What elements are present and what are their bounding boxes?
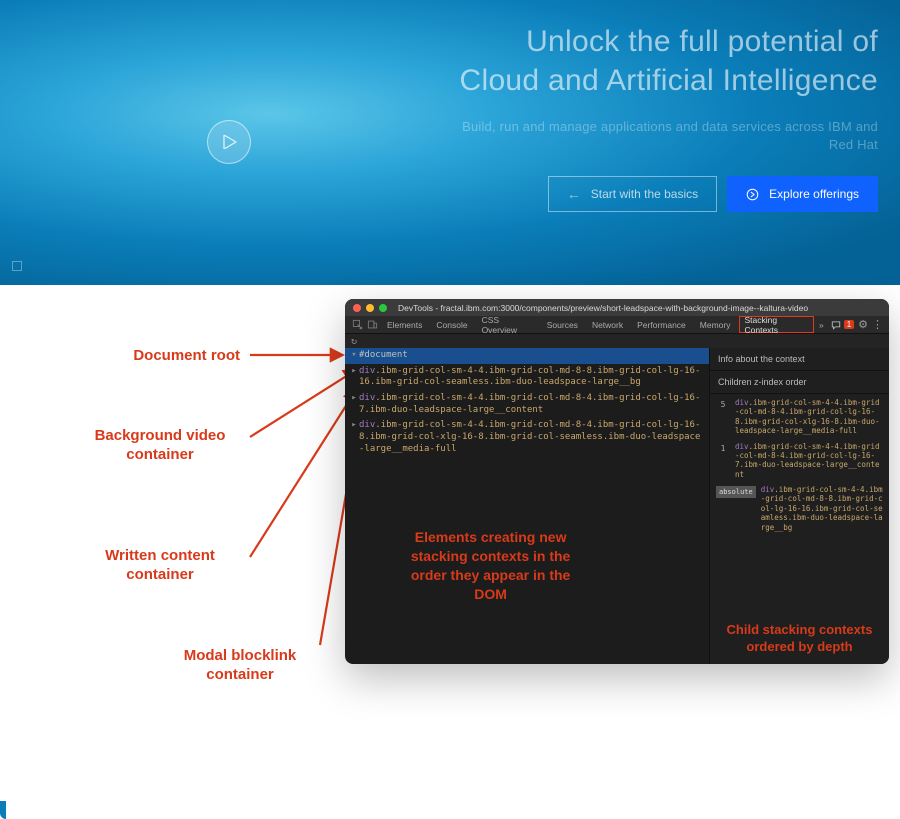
stacking-tree-pane: ▾ #document ▸ div.ibm-grid-col-sm-4-4.ib… — [345, 348, 709, 664]
play-button[interactable] — [207, 120, 251, 164]
tab-memory[interactable]: Memory — [694, 316, 737, 333]
tabs-overflow[interactable]: » — [816, 316, 827, 333]
inspect-icon[interactable] — [351, 318, 364, 332]
zindex-chip: 5 — [716, 399, 730, 411]
hero-leadspace: Unlock the full potential of Cloud and A… — [0, 0, 900, 285]
tab-console[interactable]: Console — [430, 316, 473, 333]
annotation-document-root: Document root — [133, 347, 240, 366]
devtools-title: DevTools - fractal.ibm.com:3000/componen… — [398, 303, 808, 313]
issues-count: 1 — [844, 320, 854, 329]
refresh-icon[interactable]: ↻ — [351, 336, 357, 347]
hero-title: Unlock the full potential of Cloud and A… — [458, 22, 878, 100]
tree-node-content[interactable]: ▸ div.ibm-grid-col-sm-4-4.ibm-grid-col-m… — [345, 391, 709, 418]
tab-stacking-contexts[interactable]: Stacking Contexts — [739, 316, 814, 333]
minimize-icon[interactable] — [366, 304, 374, 312]
children-title: Children z-index order — [710, 371, 889, 394]
annotated-area: Document root Background video container… — [0, 285, 900, 819]
kebab-icon[interactable]: ⋮ — [872, 318, 883, 331]
annotation-bg-video: Background video container — [80, 427, 240, 465]
tree-node-label: div.ibm-grid-col-sm-4-4.ibm-grid-col-md-… — [359, 420, 705, 455]
context-child[interactable]: 5 div.ibm-grid-col-sm-4-4.ibm-grid-col-m… — [716, 398, 883, 436]
corner-mark-icon — [12, 261, 22, 271]
chevron-down-icon[interactable]: ▾ — [349, 350, 359, 362]
tab-network[interactable]: Network — [586, 316, 629, 333]
hero-copy: Unlock the full potential of Cloud and A… — [458, 22, 878, 212]
circle-arrow-icon — [746, 188, 759, 201]
chevron-right-icon[interactable]: ▸ — [349, 366, 359, 378]
context-info-pane: Info about the context Children z-index … — [709, 348, 889, 664]
chevron-right-icon[interactable]: ▸ — [349, 420, 359, 432]
devtools-window: DevTools - fractal.ibm.com:3000/componen… — [345, 299, 889, 664]
tab-css-overview[interactable]: CSS Overview — [476, 316, 539, 333]
device-icon[interactable] — [366, 318, 379, 332]
info-title: Info about the context — [710, 348, 889, 371]
cta-start-basics[interactable]: ← Start with the basics — [548, 176, 717, 212]
left-caption: Elements creating new stacking contexts … — [400, 528, 582, 604]
tab-sources[interactable]: Sources — [541, 316, 584, 333]
cta-primary-label: Explore offerings — [769, 187, 859, 201]
hero-subtitle: Build, run and manage applications and d… — [458, 118, 878, 154]
tree-document-root[interactable]: ▾ #document — [345, 348, 709, 364]
zindex-chip: absolute — [716, 486, 756, 498]
right-caption: Child stacking contexts ordered by depth — [710, 614, 889, 664]
tree-node-label: div.ibm-grid-col-sm-4-4.ibm-grid-col-md-… — [359, 393, 705, 416]
annotation-modal-blocklink: Modal blocklink container — [160, 647, 320, 685]
cta-explore-offerings[interactable]: Explore offerings — [727, 176, 878, 212]
zoom-icon[interactable] — [379, 304, 387, 312]
cta-secondary-label: Start with the basics — [591, 187, 698, 201]
arrow-left-icon: ← — [567, 186, 581, 202]
context-child-label: div.ibm-grid-col-sm-4-4.ibm-grid-col-md-… — [735, 442, 883, 480]
play-icon — [223, 135, 237, 149]
context-child[interactable]: 1 div.ibm-grid-col-sm-4-4.ibm-grid-col-m… — [716, 442, 883, 480]
tree-node-label: div.ibm-grid-col-sm-4-4.ibm-grid-col-md-… — [359, 366, 705, 389]
tree-node-media[interactable]: ▸ div.ibm-grid-col-sm-4-4.ibm-grid-col-m… — [345, 418, 709, 457]
devtools-tabbar: Elements Console CSS Overview Sources Ne… — [345, 316, 889, 334]
tab-performance[interactable]: Performance — [631, 316, 692, 333]
context-child-label: div.ibm-grid-col-sm-4-4.ibm-grid-col-md-… — [761, 485, 883, 532]
tree-node-bg[interactable]: ▸ div.ibm-grid-col-sm-4-4.ibm-grid-col-m… — [345, 364, 709, 391]
context-child-label: div.ibm-grid-col-sm-4-4.ibm-grid-col-md-… — [735, 398, 883, 436]
zindex-chip: 1 — [716, 443, 730, 455]
settings-icon[interactable]: ⚙ — [858, 318, 868, 331]
document-label: #document — [359, 350, 408, 362]
annotation-written-content: Written content container — [80, 547, 240, 585]
issues-button[interactable]: 1 — [831, 320, 854, 330]
devtools-body: ▾ #document ▸ div.ibm-grid-col-sm-4-4.ib… — [345, 348, 889, 664]
children-list: 5 div.ibm-grid-col-sm-4-4.ibm-grid-col-m… — [710, 394, 889, 536]
close-icon[interactable] — [353, 304, 361, 312]
hero-ctas: ← Start with the basics Explore offering… — [458, 176, 878, 212]
chevron-right-icon[interactable]: ▸ — [349, 393, 359, 405]
devtools-subtoolbar: ↻ — [345, 334, 889, 348]
chat-icon — [831, 320, 841, 330]
devtools-titlebar: DevTools - fractal.ibm.com:3000/componen… — [345, 299, 889, 316]
context-child[interactable]: absolute div.ibm-grid-col-sm-4-4.ibm-gri… — [716, 485, 883, 532]
tab-elements[interactable]: Elements — [381, 316, 428, 333]
